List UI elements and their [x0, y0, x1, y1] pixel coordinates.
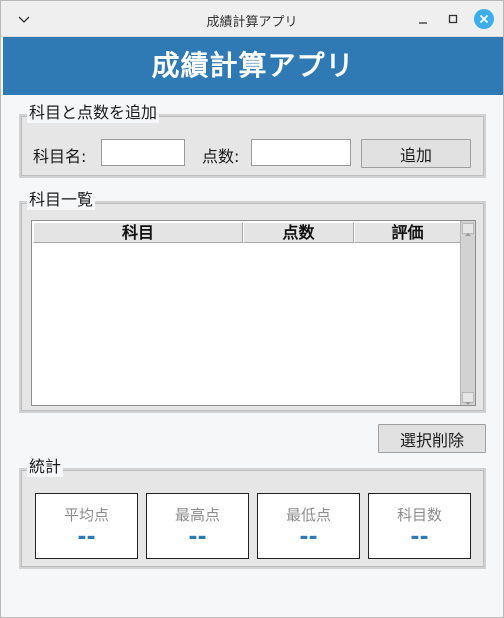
- minimize-icon[interactable]: [415, 11, 431, 27]
- stat-label: 最低点: [285, 506, 331, 524]
- score-input[interactable]: [251, 139, 351, 166]
- subject-table[interactable]: 科目 点数 評価: [31, 220, 476, 406]
- add-subject-legend: 科目と点数を追加: [27, 103, 160, 123]
- stat-value: --: [410, 525, 429, 550]
- stat-card-min: 最低点 --: [257, 493, 360, 559]
- header-banner: 成績計算アプリ: [3, 37, 503, 95]
- page-title: 成績計算アプリ: [151, 49, 355, 82]
- stat-label: 科目数: [396, 506, 442, 524]
- stats-group: 統計 平均点 -- 最高点 -- 最低点 -- 科目数 --: [19, 457, 486, 569]
- app-window: 成績計算アプリ 成績計算アプリ 科目と点数を追加 科目名: 点数: 追加 科目一…: [0, 0, 504, 618]
- scroll-up-icon[interactable]: [462, 223, 474, 236]
- stat-card-count: 科目数 --: [368, 493, 471, 559]
- stat-label: 最高点: [174, 506, 220, 524]
- maximize-icon[interactable]: [445, 11, 461, 27]
- column-header-subject[interactable]: 科目: [33, 222, 243, 243]
- stat-card-average: 平均点 --: [35, 493, 138, 559]
- subject-list-legend: 科目一覧: [27, 190, 96, 210]
- subject-name-label: 科目名:: [33, 147, 87, 166]
- column-header-grade[interactable]: 評価: [354, 222, 461, 243]
- delete-selected-button[interactable]: 選択削除: [378, 424, 486, 453]
- column-header-score[interactable]: 点数: [243, 222, 354, 243]
- close-icon[interactable]: [474, 9, 494, 29]
- stat-label: 平均点: [63, 506, 109, 524]
- scroll-down-icon[interactable]: [462, 392, 474, 405]
- table-scrollbar[interactable]: [460, 221, 475, 405]
- subject-name-input[interactable]: [101, 139, 185, 166]
- add-button[interactable]: 追加: [361, 139, 471, 168]
- stat-value: --: [299, 525, 318, 550]
- stat-value: --: [188, 525, 207, 550]
- title-bar[interactable]: 成績計算アプリ: [1, 1, 503, 37]
- stat-card-max: 最高点 --: [146, 493, 249, 559]
- stat-value: --: [77, 525, 96, 550]
- subject-list-group: 科目一覧 科目 点数 評価: [19, 190, 486, 413]
- score-label: 点数:: [202, 147, 240, 166]
- add-subject-group: 科目と点数を追加 科目名: 点数: 追加: [19, 103, 486, 178]
- stats-legend: 統計: [27, 457, 64, 477]
